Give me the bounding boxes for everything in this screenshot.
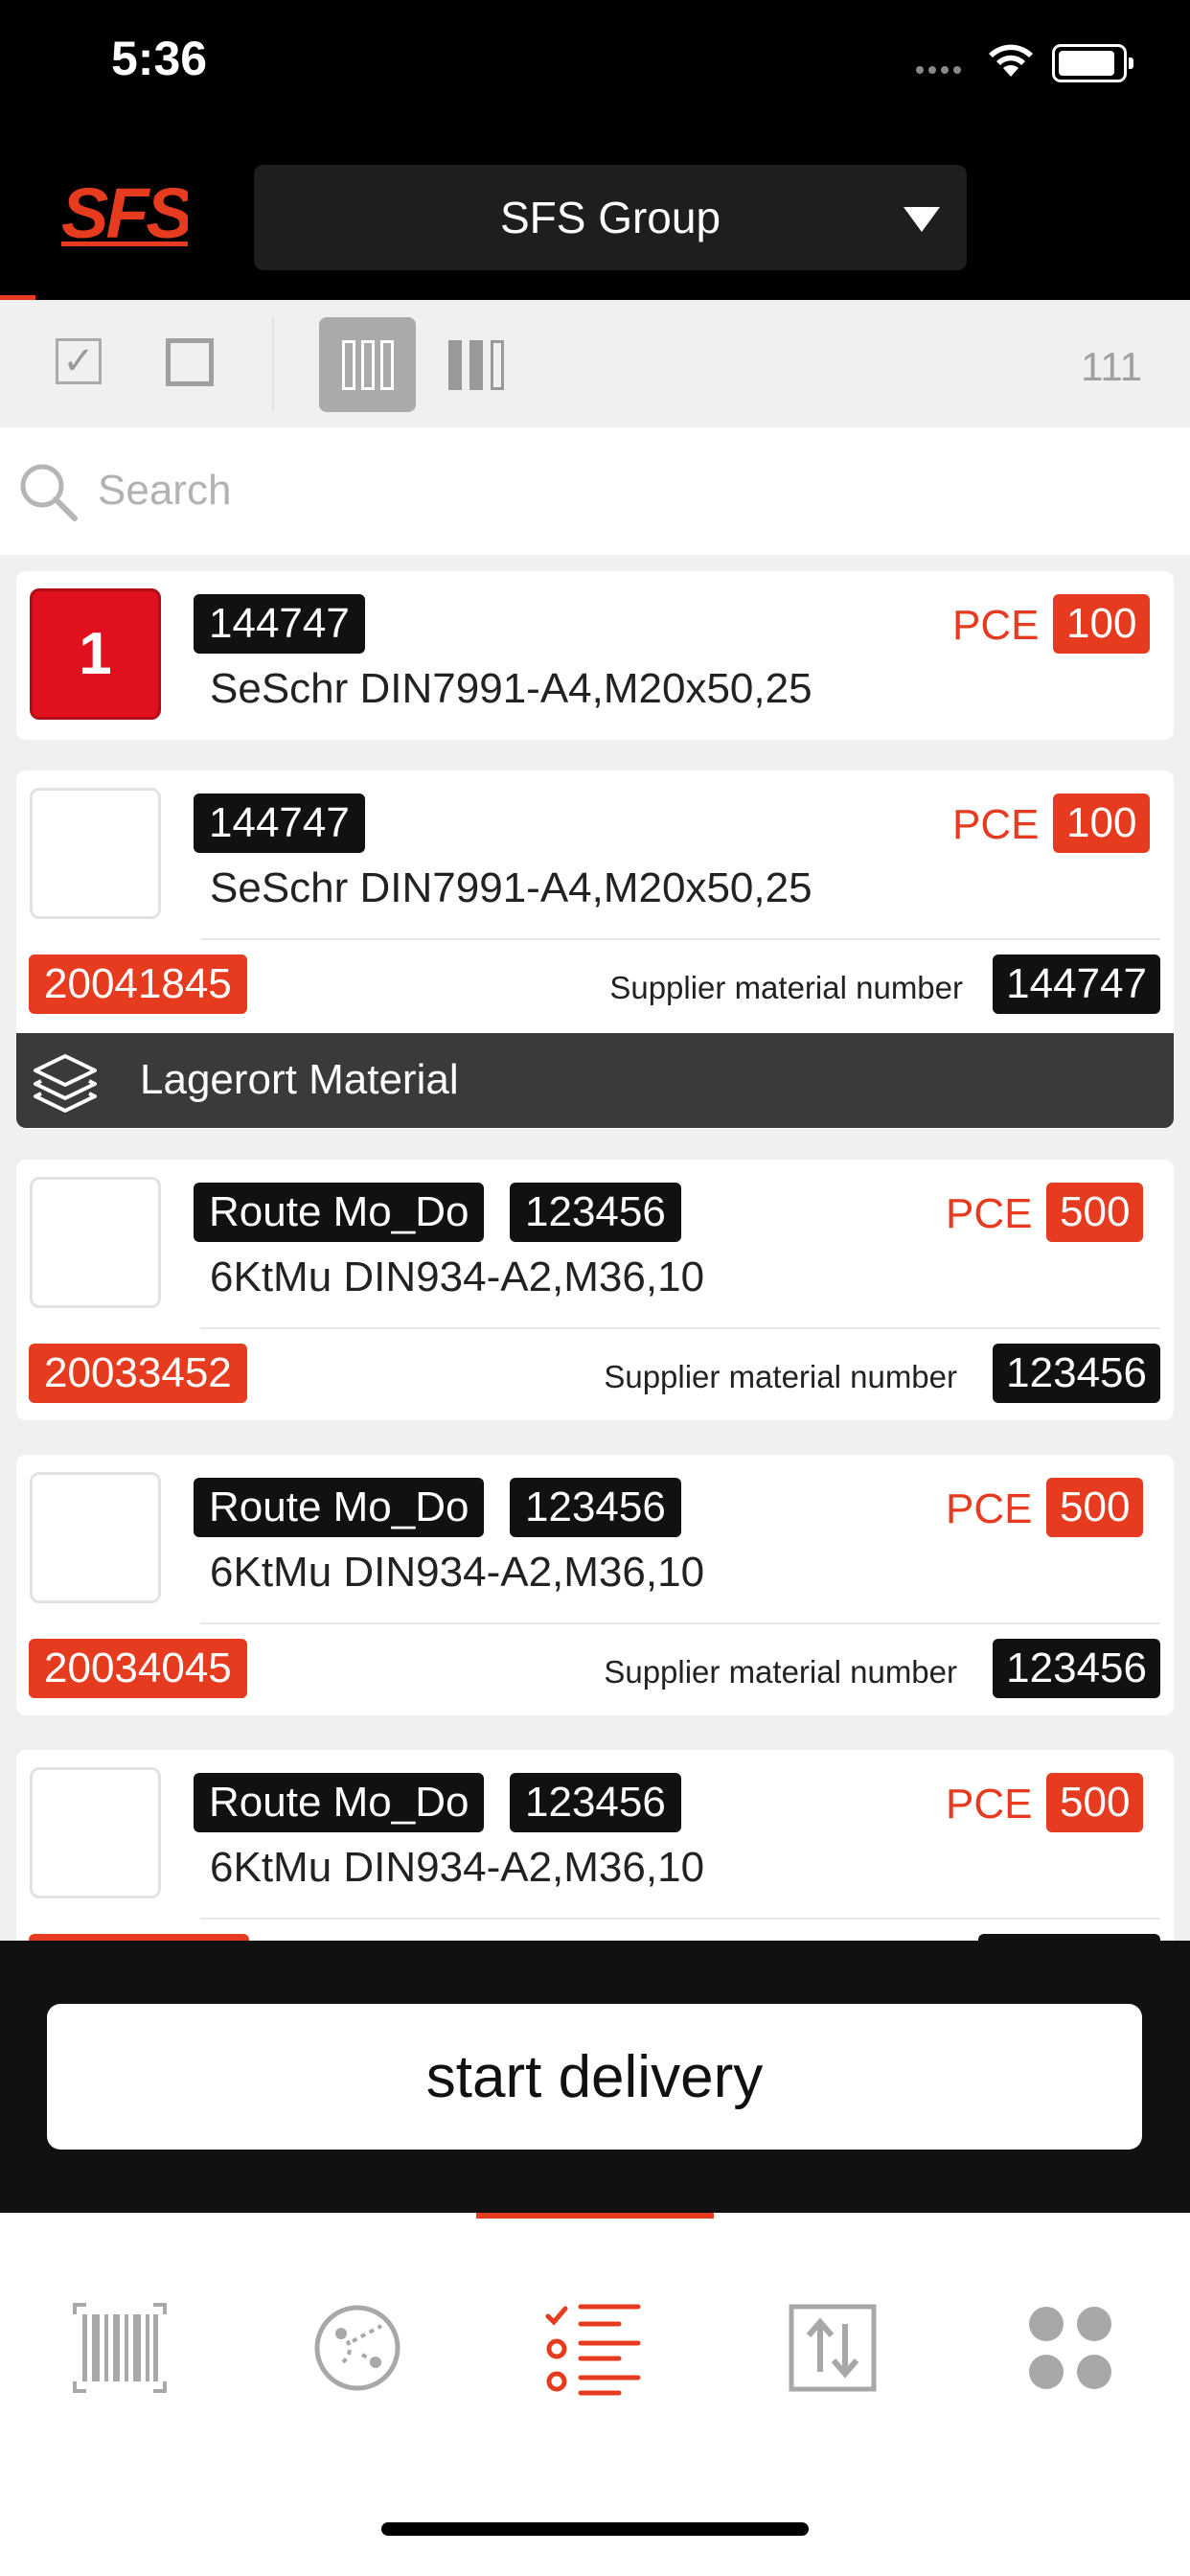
supplier-material-number: 144747 — [993, 954, 1160, 1014]
home-indicator — [381, 2522, 809, 2536]
transfer-icon[interactable] — [780, 2295, 885, 2401]
unit-label: PCE — [952, 801, 1040, 848]
search-input[interactable] — [96, 466, 1154, 516]
list-item[interactable]: Route Mo_Do 123456 PCE 500 6KtMu DIN934-… — [16, 1455, 1174, 1715]
route-icon[interactable] — [305, 2295, 410, 2401]
app-header: SFS SFS Group — [0, 153, 1190, 300]
quantity-badge: 500 — [1046, 1478, 1144, 1537]
supplier-material-number: 123456 — [993, 1344, 1160, 1403]
quantity-badge: 100 — [1053, 794, 1151, 853]
divider — [200, 1622, 1160, 1624]
search-icon — [20, 464, 78, 521]
deselect-all-icon[interactable] — [166, 338, 214, 386]
article-tag: 123456 — [510, 1183, 681, 1242]
supplier-material-number: 123456 — [993, 1639, 1160, 1698]
order-number: 20041845 — [29, 954, 247, 1014]
item-selected-badge[interactable]: 1 — [30, 588, 161, 720]
article-tag: 123456 — [510, 1773, 681, 1832]
quantity-badge: 500 — [1046, 1183, 1144, 1242]
storage-location-row[interactable]: Lagerort Material — [16, 1033, 1174, 1128]
status-bar: 5:36 — [0, 0, 1190, 153]
status-time: 5:36 — [111, 32, 208, 85]
divider — [200, 1327, 1160, 1329]
unit-label: PCE — [946, 1485, 1033, 1532]
divider — [200, 938, 1160, 940]
view-two-columns-icon[interactable] — [448, 340, 508, 390]
item-description: 6KtMu DIN934-A2,M36,10 — [210, 1844, 705, 1891]
search-bar — [0, 427, 1190, 555]
item-description: SeSchr DIN7991-A4,M20x50,25 — [210, 665, 812, 712]
list-item[interactable]: Route Mo_Do 123456 PCE 500 6KtMu DIN934-… — [16, 1750, 1174, 1941]
route-tag: Route Mo_Do — [194, 1773, 485, 1832]
unit-label: PCE — [946, 1190, 1033, 1237]
barcode-icon[interactable] — [67, 2295, 172, 2401]
item-checkbox[interactable] — [30, 1177, 161, 1308]
article-tag: 144747 — [194, 794, 365, 853]
item-checkbox[interactable] — [30, 1767, 161, 1898]
action-panel: start delivery — [0, 1941, 1190, 2213]
quantity-badge: 100 — [1053, 594, 1151, 654]
item-checkbox[interactable] — [30, 788, 161, 919]
list-toolbar: ✓ 111 — [0, 300, 1190, 427]
route-tag: Route Mo_Do — [194, 1478, 485, 1537]
layers-icon — [34, 1054, 97, 1113]
item-checkbox[interactable] — [30, 1472, 161, 1603]
supplier-material-label: Supplier material number — [604, 1359, 957, 1394]
battery-icon — [1052, 44, 1133, 82]
active-tab-indicator — [476, 2213, 714, 2219]
supplier-material-number-clipped — [978, 1934, 1160, 1941]
select-all-icon[interactable]: ✓ — [56, 338, 102, 384]
item-description: 6KtMu DIN934-A2,M36,10 — [210, 1254, 705, 1300]
group-selector[interactable]: SFS Group — [254, 165, 967, 270]
list-item[interactable]: Route Mo_Do 123456 PCE 500 6KtMu DIN934-… — [16, 1160, 1174, 1420]
wifi-icon — [989, 44, 1033, 77]
unit-label: PCE — [952, 602, 1040, 649]
article-tag: 123456 — [510, 1478, 681, 1537]
checklist-icon[interactable] — [542, 2295, 648, 2401]
start-delivery-button[interactable]: start delivery — [47, 2004, 1142, 2150]
item-description: SeSchr DIN7991-A4,M20x50,25 — [210, 864, 812, 911]
view-three-columns-icon[interactable] — [319, 317, 416, 412]
tab-bar — [0, 2213, 1190, 2576]
item-description: 6KtMu DIN934-A2,M36,10 — [210, 1549, 705, 1596]
order-number: 20034045 — [29, 1639, 247, 1698]
order-number: 20033452 — [29, 1344, 247, 1403]
list-item[interactable]: 1 144747 PCE 100 SeSchr DIN7991-A4,M20x5… — [16, 571, 1174, 740]
sfs-logo: SFS — [61, 184, 188, 251]
supplier-material-label: Supplier material number — [604, 1654, 957, 1690]
order-number-clipped — [29, 1934, 249, 1941]
divider — [200, 1918, 1160, 1920]
route-tag: Route Mo_Do — [194, 1183, 485, 1242]
group-name: SFS Group — [499, 193, 721, 242]
quantity-badge: 500 — [1046, 1773, 1144, 1832]
signal-icon — [916, 61, 966, 79]
dropdown-caret-icon — [904, 207, 940, 232]
storage-location-label: Lagerort Material — [140, 1056, 459, 1103]
item-count: 111 — [1081, 344, 1142, 389]
supplier-material-label: Supplier material number — [609, 970, 963, 1005]
grid-icon[interactable] — [1018, 2295, 1123, 2401]
unit-label: PCE — [946, 1781, 1033, 1828]
toolbar-divider — [272, 317, 274, 411]
article-tag: 144747 — [194, 594, 365, 654]
svg-text:SFS: SFS — [61, 184, 188, 251]
